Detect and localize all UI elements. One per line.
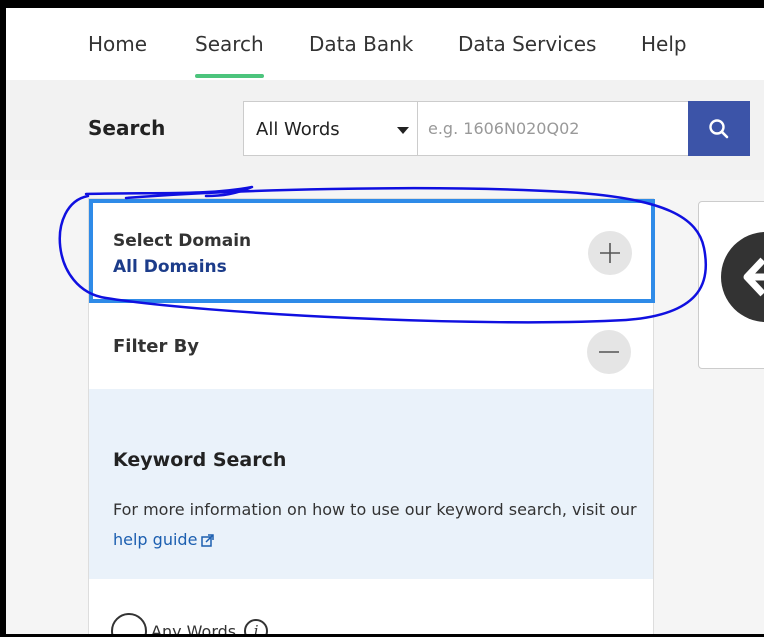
- any-words-option[interactable]: Any Words i: [111, 613, 269, 635]
- caret-down-icon: [397, 127, 409, 134]
- back-arrow-button[interactable]: [721, 232, 764, 322]
- search-icon: [709, 118, 729, 138]
- filter-by-title: Filter By: [113, 336, 200, 357]
- any-words-label: Any Words: [151, 621, 237, 635]
- select-domain-section[interactable]: Select Domain All Domains: [89, 199, 655, 303]
- help-guide-link-text: help guide: [113, 530, 198, 549]
- browser-viewport: Home Search Data Bank Data Services Help…: [6, 8, 764, 634]
- help-guide-link[interactable]: help guide: [113, 530, 215, 549]
- selected-domain-value: All Domains: [113, 257, 227, 277]
- results-card: [698, 201, 764, 369]
- search-label: Search: [88, 116, 166, 140]
- nav-help[interactable]: Help: [641, 32, 687, 78]
- external-link-icon: [201, 534, 215, 547]
- expand-domain-button[interactable]: [588, 231, 632, 275]
- any-words-radio[interactable]: [111, 613, 147, 634]
- search-mode-select[interactable]: All Words: [243, 101, 417, 156]
- nav-search[interactable]: Search: [195, 32, 264, 78]
- plus-icon: [600, 243, 620, 263]
- search-button[interactable]: [688, 101, 750, 156]
- nav-home[interactable]: Home: [88, 32, 147, 78]
- nav-data-services[interactable]: Data Services: [458, 32, 596, 78]
- collapse-filter-button[interactable]: [587, 330, 631, 374]
- info-icon[interactable]: i: [244, 619, 269, 634]
- search-bar: Search All Words: [6, 80, 764, 180]
- search-input[interactable]: [417, 101, 689, 156]
- minus-icon: [599, 351, 619, 353]
- top-navigation: Home Search Data Bank Data Services Help: [6, 8, 764, 80]
- arrow-left-icon: [743, 257, 764, 297]
- keyword-description-text: For more information on how to use our k…: [113, 500, 637, 519]
- search-mode-value: All Words: [256, 119, 340, 140]
- keyword-search-section: Keyword Search For more information on h…: [89, 389, 653, 579]
- keyword-search-description: For more information on how to use our k…: [113, 495, 643, 555]
- select-domain-title: Select Domain: [113, 231, 252, 251]
- nav-data-bank[interactable]: Data Bank: [309, 32, 413, 78]
- filter-panel: Select Domain All Domains Filter By Keyw…: [88, 198, 655, 635]
- keyword-search-title: Keyword Search: [113, 449, 287, 471]
